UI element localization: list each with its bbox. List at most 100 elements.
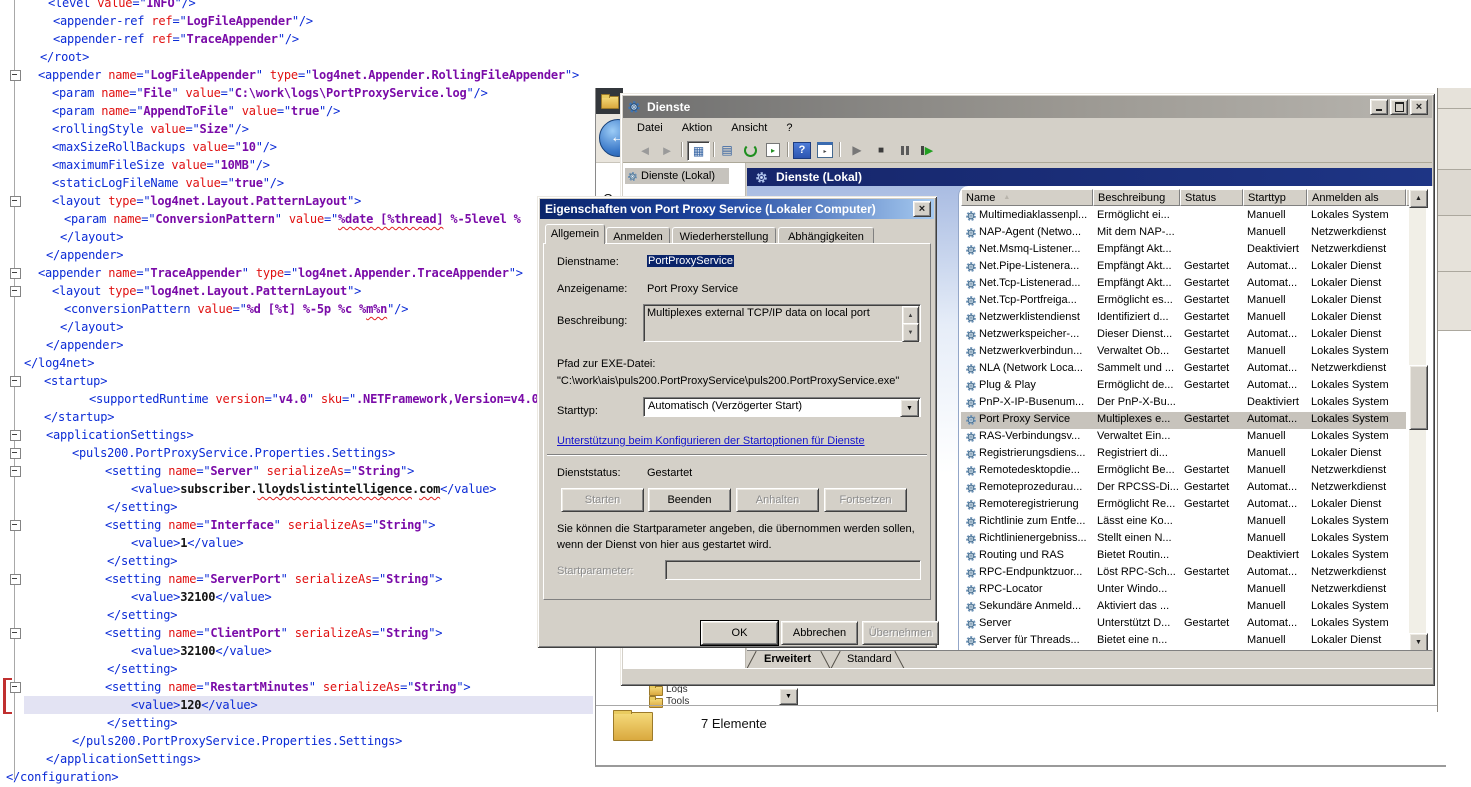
service-row[interactable]: ServerUnterstützt D...GestartetAutomat..…: [961, 616, 1406, 633]
start-service-icon[interactable]: ▶: [847, 141, 867, 159]
service-row[interactable]: Port Proxy ServiceMultiplexes e...Gestar…: [961, 412, 1406, 429]
stop-service-icon[interactable]: ■: [871, 141, 891, 159]
code-line[interactable]: </setting>: [107, 552, 177, 570]
maximize-button[interactable]: [1390, 99, 1408, 115]
code-line[interactable]: <appender name="TraceAppender" type="log…: [38, 264, 523, 282]
code-line[interactable]: </setting>: [107, 714, 177, 732]
code-line[interactable]: </appender>: [46, 336, 123, 354]
column-header-anmeldenals[interactable]: Anmelden als: [1307, 189, 1406, 206]
restart-service-icon[interactable]: ▶: [917, 141, 937, 159]
column-header-name[interactable]: Name▲: [961, 189, 1093, 206]
service-row[interactable]: Registrierungsdiens...Registriert di...M…: [961, 446, 1406, 463]
scrollbar-thumb[interactable]: [1409, 365, 1428, 430]
ok-button[interactable]: OK: [701, 621, 778, 645]
service-row[interactable]: NetzwerklistendienstIdentifiziert d...Ge…: [961, 310, 1406, 327]
code-line[interactable]: </setting>: [107, 660, 177, 678]
service-row[interactable]: Net.Msmq-Listener...Empfängt Akt...Deakt…: [961, 242, 1406, 259]
apply-button[interactable]: Übernehmen: [862, 621, 939, 645]
fold-collapse-icon[interactable]: [10, 430, 21, 441]
xml-editor[interactable]: <level value="INFO"/><appender-ref ref="…: [0, 0, 600, 787]
code-line[interactable]: <startup>: [44, 372, 107, 390]
column-header-beschreibung[interactable]: Beschreibung: [1093, 189, 1180, 206]
close-icon[interactable]: ×: [913, 201, 931, 217]
code-line[interactable]: <supportedRuntime version="v4.0" sku=".N…: [89, 390, 560, 408]
code-line[interactable]: <layout type="log4net.Layout.PatternLayo…: [52, 282, 361, 300]
fortsetzen-button[interactable]: Fortsetzen: [824, 488, 907, 512]
dienstname-value[interactable]: PortProxyService: [647, 255, 734, 267]
code-line[interactable]: <value>120</value>: [131, 696, 257, 714]
menu-item-aktion[interactable]: Aktion: [677, 120, 718, 136]
code-line[interactable]: <param name="AppendToFile" value="true"/…: [52, 102, 340, 120]
help-icon[interactable]: ?: [792, 141, 812, 159]
startparameter-input[interactable]: [665, 560, 921, 580]
code-line[interactable]: </root>: [40, 48, 89, 66]
fold-collapse-icon[interactable]: [10, 628, 21, 639]
tab-allgemein[interactable]: Allgemein: [545, 224, 605, 244]
code-line[interactable]: </startup>: [44, 408, 114, 426]
code-line[interactable]: <value>32100</value>: [131, 588, 272, 606]
startoptionen-link[interactable]: Unterstützung beim Konfigurieren der Sta…: [557, 435, 865, 447]
pause-service-icon[interactable]: [895, 141, 915, 159]
scrollbar-up-icon[interactable]: ▲: [1409, 189, 1428, 208]
refresh-icon[interactable]: [740, 141, 760, 159]
service-row[interactable]: Server für Threads...Bietet eine n...Man…: [961, 633, 1406, 650]
service-row[interactable]: RPC-LocatorUnter Windo...ManuellNetzwerk…: [961, 582, 1406, 599]
code-line[interactable]: <appender-ref ref="LogFileAppender"/>: [53, 12, 313, 30]
fold-collapse-icon[interactable]: [10, 268, 21, 279]
code-line[interactable]: <value>subscriber.lloydslistintelligence…: [131, 480, 496, 498]
service-row[interactable]: Sekundäre Anmeld...Aktiviert das ...Manu…: [961, 599, 1406, 616]
code-line[interactable]: </configuration>: [6, 768, 118, 786]
code-line[interactable]: <param name="File" value="C:\work\logs\P…: [52, 84, 488, 102]
tab-wiederherstellung[interactable]: Wiederherstellung: [672, 227, 776, 244]
code-line[interactable]: <level value="INFO"/>: [48, 0, 196, 12]
fold-collapse-icon[interactable]: [10, 466, 21, 477]
services-window-titlebar[interactable]: Dienste ×: [623, 96, 1432, 118]
service-row[interactable]: RemoteregistrierungErmöglicht Re...Gesta…: [961, 497, 1406, 514]
fold-collapse-icon[interactable]: [10, 520, 21, 531]
service-row[interactable]: Netzwerkspeicher-...Dieser Dienst...Gest…: [961, 327, 1406, 344]
beschreibung-textbox[interactable]: Multiplexes external TCP/IP data on loca…: [643, 304, 921, 342]
code-line[interactable]: <applicationSettings>: [46, 426, 194, 444]
code-line[interactable]: </puls200.PortProxyService.Properties.Se…: [72, 732, 402, 750]
code-line[interactable]: </log4net>: [24, 354, 94, 372]
beenden-button[interactable]: Beenden: [648, 488, 731, 512]
service-row[interactable]: Net.Tcp-Portfreiga...Ermöglicht es...Ges…: [961, 293, 1406, 310]
fold-collapse-icon[interactable]: [10, 70, 21, 81]
chevron-down-icon[interactable]: ▼: [779, 688, 798, 705]
tree-item-dienste-lokal[interactable]: Dienste (Lokal): [625, 168, 729, 184]
code-line[interactable]: <param name="ConversionPattern" value="%…: [64, 210, 521, 228]
service-row[interactable]: NAP-Agent (Netwo...Mit dem NAP-...Manuel…: [961, 225, 1406, 242]
service-row[interactable]: Net.Pipe-Listenera...Empfängt Akt...Gest…: [961, 259, 1406, 276]
code-line[interactable]: <setting name="Interface" serializeAs="S…: [105, 516, 435, 534]
fold-collapse-icon[interactable]: [10, 682, 21, 693]
folder-item-label[interactable]: Tools: [666, 696, 706, 704]
code-line[interactable]: <appender-ref ref="TraceAppender"/>: [53, 30, 299, 48]
fold-collapse-icon[interactable]: [10, 574, 21, 585]
fold-collapse-icon[interactable]: [10, 448, 21, 459]
tab-abhaengigkeiten[interactable]: Abhängigkeiten: [778, 227, 874, 244]
code-line[interactable]: <rollingStyle value="Size"/>: [52, 120, 249, 138]
service-row[interactable]: Remoteprozedurau...Der RPCSS-Di...Gestar…: [961, 480, 1406, 497]
service-row[interactable]: Multimediaklassenpl...Ermöglicht ei...Ma…: [961, 208, 1406, 225]
column-header-starttyp[interactable]: Starttyp: [1243, 189, 1307, 206]
show-console-tree-icon[interactable]: ▦: [687, 141, 710, 161]
code-line[interactable]: </layout>: [60, 228, 123, 246]
service-row[interactable]: RPC-Endpunktzuor...Löst RPC-Sch...Gestar…: [961, 565, 1406, 582]
tab-erweitert[interactable]: Erweitert: [764, 653, 811, 665]
menu-item-ansicht[interactable]: Ansicht: [726, 120, 772, 136]
services-menubar[interactable]: DateiAktionAnsicht?: [623, 118, 1432, 138]
forward-icon[interactable]: ►: [657, 141, 677, 159]
code-line[interactable]: <setting name="Server" serializeAs="Stri…: [105, 462, 414, 480]
service-row[interactable]: Net.Tcp-Listenerad...Empfängt Akt...Gest…: [961, 276, 1406, 293]
service-row[interactable]: Remotedesktopdie...Ermöglicht Be...Gesta…: [961, 463, 1406, 480]
anhalten-button[interactable]: Anhalten: [736, 488, 819, 512]
column-header-status[interactable]: Status: [1180, 189, 1243, 206]
fold-collapse-icon[interactable]: [10, 286, 21, 297]
menu-item-?[interactable]: ?: [781, 120, 797, 136]
service-row[interactable]: Netzwerkverbindun...Verwaltet Ob...Gesta…: [961, 344, 1406, 361]
code-line[interactable]: <puls200.PortProxyService.Properties.Set…: [72, 444, 395, 462]
fold-collapse-icon[interactable]: [10, 196, 21, 207]
fold-collapse-icon[interactable]: [10, 376, 21, 387]
code-line[interactable]: <setting name="ClientPort" serializeAs="…: [105, 624, 442, 642]
starttyp-combobox[interactable]: Automatisch (Verzögerter Start) ▼: [643, 397, 921, 417]
